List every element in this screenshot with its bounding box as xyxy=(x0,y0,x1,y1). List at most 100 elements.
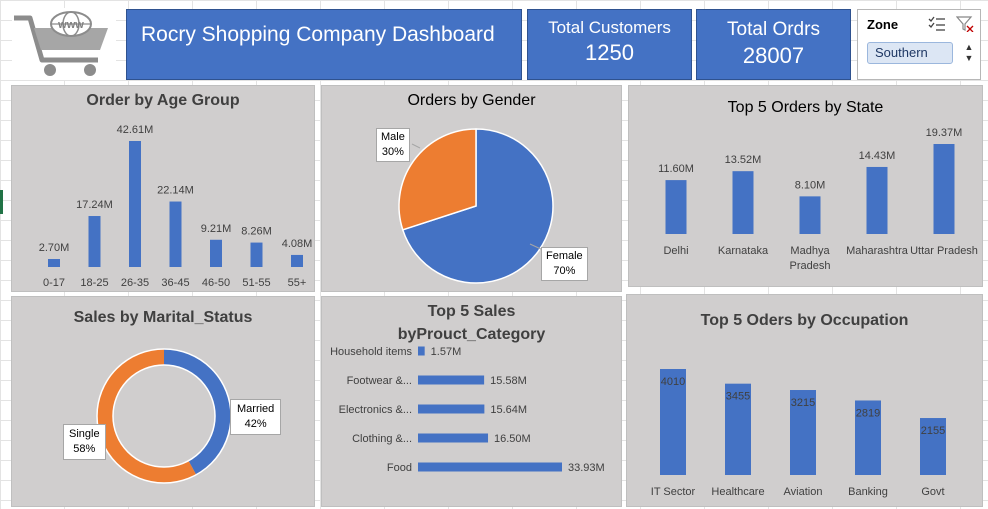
data-label: 13.52M xyxy=(725,154,762,166)
data-label: 4.08M xyxy=(282,238,313,250)
scroll-down-icon[interactable]: ▼ xyxy=(962,53,976,64)
dashboard-title: Rocry Shopping Company Dashboard xyxy=(141,23,495,46)
kpi-label: Total Ordrs xyxy=(727,19,820,40)
chart-gender[interactable]: Orders by Gender Male 30% Female 70% xyxy=(321,85,622,292)
category-label: 51-55 xyxy=(242,277,270,289)
slicer-title: Zone xyxy=(867,17,899,32)
bar xyxy=(418,375,485,385)
category-label: Healthcare xyxy=(711,486,764,498)
dashboard-title-box: Rocry Shopping Company Dashboard xyxy=(126,9,522,80)
slice-value: 30% xyxy=(381,146,404,158)
category-label: 0-17 xyxy=(43,277,65,289)
category-label: Govt xyxy=(921,486,944,498)
data-label: 8.26M xyxy=(241,226,272,238)
bar xyxy=(48,259,60,267)
leader-line xyxy=(411,143,421,149)
category-label: Karnataka xyxy=(718,245,769,257)
category-label: Pradesh xyxy=(790,260,831,272)
clear-filter-icon[interactable] xyxy=(955,16,974,33)
category-label: Banking xyxy=(848,486,888,498)
data-label: 2.70M xyxy=(39,242,70,254)
category-label: 55+ xyxy=(288,277,307,289)
category-label: Delhi xyxy=(663,245,688,257)
product-chart-svg: Household items 1.57M Footwear &... 15.58M E… xyxy=(330,346,605,474)
data-label: 2819 xyxy=(856,407,880,419)
category-label: Uttar Pradesh xyxy=(910,245,978,257)
bar xyxy=(799,196,821,234)
chart-marital-status[interactable]: Sales by Marital_Status Married 42% Sing… xyxy=(11,296,315,507)
data-label: 22.14M xyxy=(157,185,194,197)
age-chart-svg: 2.70M 0-17 17.24M 18-25 42.61M 26-35 22.14M 36-… xyxy=(39,124,313,289)
shopping-cart-logo: www xyxy=(12,8,116,80)
kpi-total-customers: Total Customers 1250 xyxy=(527,9,692,80)
data-label: 2155 xyxy=(921,425,945,437)
chart-product-category[interactable]: Top 5 Sales byProuct_Category Household … xyxy=(321,296,622,507)
category-label: Madhya xyxy=(790,245,830,257)
slice-name: Single xyxy=(69,428,100,440)
kpi-value: 28007 xyxy=(742,43,805,68)
pie-label-female: Female 70% xyxy=(541,247,588,281)
data-label: 8.10M xyxy=(795,179,826,191)
bar xyxy=(665,180,687,234)
donut-outline xyxy=(112,364,216,468)
chart-top-states[interactable]: Top 5 Orders by State 11.60M Delhi 13.52M K… xyxy=(628,85,983,287)
bar xyxy=(866,166,888,234)
category-label: Clothing &... xyxy=(352,433,412,445)
slice-name: Female xyxy=(546,250,583,262)
slice-value: 42% xyxy=(244,418,267,430)
category-label: IT Sector xyxy=(651,486,696,498)
slice-name: Married xyxy=(237,403,275,415)
chart-age-group[interactable]: Order by Age Group 2.70M 0-17 17.24M 18-25 4… xyxy=(11,85,315,292)
data-label: 33.93M xyxy=(568,462,605,474)
data-label: 3455 xyxy=(726,391,750,403)
row-gutter-marker xyxy=(0,190,3,214)
category-label: Food xyxy=(387,462,412,474)
state-chart-svg: 11.60M Delhi 13.52M Karnataka 8.10M Madhya Pra… xyxy=(658,127,978,272)
bar xyxy=(933,144,955,234)
category-label: Maharashtra xyxy=(846,245,909,257)
bar xyxy=(418,462,562,472)
slicer-scroll[interactable]: ▲ ▼ xyxy=(962,42,976,70)
data-label: 14.43M xyxy=(859,150,896,162)
shopping-cart-icon: www xyxy=(14,11,108,76)
bar xyxy=(210,239,222,267)
data-label: 19.37M xyxy=(926,127,963,139)
data-label: 9.21M xyxy=(201,223,232,235)
kpi-value: 1250 xyxy=(585,40,634,65)
kpi-label: Total Customers xyxy=(548,18,671,37)
bar xyxy=(250,242,263,267)
chart-occupation[interactable]: Top 5 Oders by Occupation 4010 IT Sector 3… xyxy=(626,294,983,507)
pie-label-male: Male 30% xyxy=(376,128,410,162)
scroll-up-icon[interactable]: ▲ xyxy=(962,42,976,53)
category-label: 36-45 xyxy=(161,277,189,289)
occupation-chart-svg: 4010 IT Sector 3455 Healthcare 3215 Aviation 2… xyxy=(651,369,946,498)
data-label: 11.60M xyxy=(658,163,694,175)
slice-value: 70% xyxy=(553,265,576,277)
donut-label-single: Single 58% xyxy=(63,424,106,460)
bar xyxy=(418,404,485,414)
category-label: 18-25 xyxy=(80,277,108,289)
slice-name: Male xyxy=(381,131,405,143)
category-label: Aviation xyxy=(784,486,823,498)
bar xyxy=(88,216,101,267)
donut-label-married: Married 42% xyxy=(230,399,282,435)
data-label: 16.50M xyxy=(494,433,531,445)
slicer-item-selected[interactable]: Southern xyxy=(867,42,953,64)
bar xyxy=(418,433,489,443)
data-label: 17.24M xyxy=(76,199,113,211)
category-label: Household items xyxy=(330,346,412,358)
data-label: 1.57M xyxy=(431,346,462,358)
logo-text: www xyxy=(57,19,84,31)
data-label: 4010 xyxy=(661,376,685,388)
category-label: Electronics &... xyxy=(339,404,412,416)
bar xyxy=(732,171,754,234)
data-label: 3215 xyxy=(791,397,815,409)
slice-value: 58% xyxy=(73,443,96,455)
data-label: 15.58M xyxy=(490,375,527,387)
multi-select-icon[interactable] xyxy=(928,16,946,32)
category-label: Footwear &... xyxy=(347,375,412,387)
kpi-total-orders: Total Ordrs 28007 xyxy=(696,9,851,80)
zone-slicer[interactable]: Zone Southern ▲ ▼ xyxy=(857,9,981,80)
donut-outline xyxy=(96,348,232,484)
category-label: 46-50 xyxy=(202,277,230,289)
